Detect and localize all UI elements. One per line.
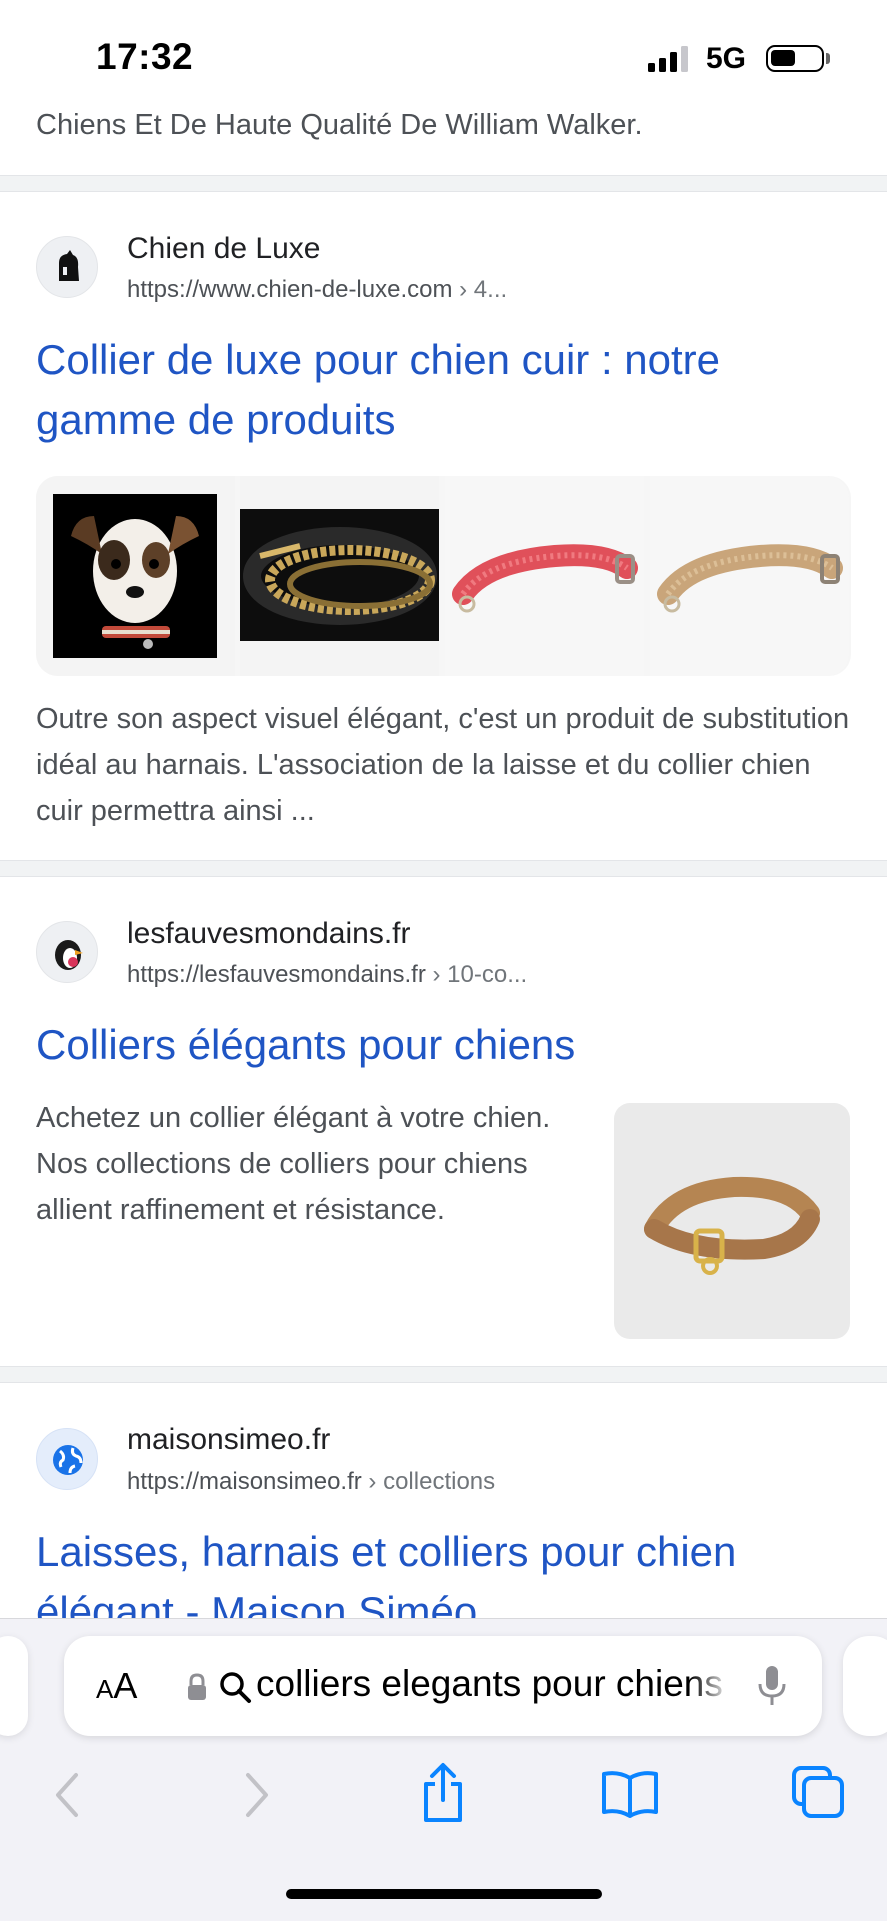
braided-collar-photo (240, 509, 439, 641)
signal-icon (648, 46, 688, 72)
maisonsimeo-favicon[interactable] (36, 1428, 98, 1490)
result-separator (0, 860, 887, 877)
chien-de-luxe-favicon[interactable] (36, 236, 98, 298)
site-name[interactable]: maisonsimeo.fr (127, 1423, 330, 1457)
result-title-clip: Laisses, harnais et colliers pour chien … (0, 1520, 887, 1618)
penguin-logo-icon (55, 940, 83, 970)
share-icon[interactable] (418, 1762, 468, 1824)
result-thumbnail[interactable] (614, 1103, 850, 1339)
image-thumbnail[interactable] (240, 476, 439, 676)
url-text: https://www.chien-de-luxe.com (127, 276, 453, 303)
lesfauves-favicon[interactable] (36, 921, 98, 983)
result-separator (0, 175, 887, 192)
result-description: Achetez un collier élégant à votre chien… (36, 1102, 551, 1226)
tabs-icon[interactable] (790, 1764, 846, 1820)
battery-icon (766, 45, 824, 72)
previous-tab-card[interactable] (0, 1636, 28, 1736)
url-crumb: › 4... (452, 276, 508, 303)
network-label: 5G (706, 42, 747, 75)
text-size-large-a: A (113, 1665, 138, 1706)
site-url[interactable]: https://lesfauvesmondains.fr › 10-co... (127, 961, 527, 989)
image-thumbnail[interactable] (36, 476, 235, 676)
result-title-link[interactable]: Colliers élégants pour chiens (36, 1015, 856, 1075)
back-icon[interactable] (50, 1770, 84, 1820)
url-text: https://maisonsimeo.fr (127, 1468, 362, 1495)
result-title-link[interactable]: Laisses, harnais et colliers pour chien … (36, 1522, 856, 1618)
site-name[interactable]: Chien de Luxe (127, 232, 320, 266)
result-separator (0, 1366, 887, 1383)
url-crumb: › 10-co... (425, 961, 528, 988)
site-url[interactable]: https://maisonsimeo.fr › collections (127, 1468, 495, 1496)
search-icon (220, 1672, 251, 1703)
next-tab-card[interactable] (843, 1636, 887, 1736)
text-size-button[interactable]: AA (96, 1665, 137, 1707)
bookmarks-icon[interactable] (600, 1768, 660, 1818)
site-name[interactable]: lesfauvesmondains.fr (127, 917, 410, 951)
address-text[interactable]: colliers elegants pour chiens (256, 1663, 726, 1705)
forward-icon[interactable] (240, 1770, 274, 1820)
dog-photo (53, 494, 217, 658)
result-description: Outre son aspect visuel élégant, c'est u… (36, 703, 850, 827)
status-time: 17:32 (96, 36, 194, 77)
text-size-small-a: A (96, 1674, 114, 1704)
pink-collar-photo (452, 544, 638, 613)
address-fade (690, 1660, 730, 1710)
lock-icon (188, 1673, 206, 1700)
dog-logo-icon (59, 250, 79, 281)
image-thumbnail[interactable] (650, 476, 849, 676)
battery-cap (826, 53, 830, 64)
tan-collar-photo (657, 544, 843, 613)
site-url[interactable]: https://www.chien-de-luxe.com › 4... (127, 276, 507, 304)
globe-icon (53, 1445, 83, 1475)
brown-collar-photo (644, 1176, 820, 1275)
url-crumb: › collections (361, 1468, 496, 1495)
result-title-link[interactable]: Collier de luxe pour chien cuir : notre … (36, 330, 856, 450)
home-indicator (286, 1889, 602, 1899)
previous-result-snippet: Chiens Et De Haute Qualité De William Wa… (36, 109, 643, 141)
image-thumbnail[interactable] (445, 476, 644, 676)
microphone-icon[interactable] (756, 1664, 788, 1708)
url-text: https://lesfauvesmondains.fr (127, 961, 426, 988)
